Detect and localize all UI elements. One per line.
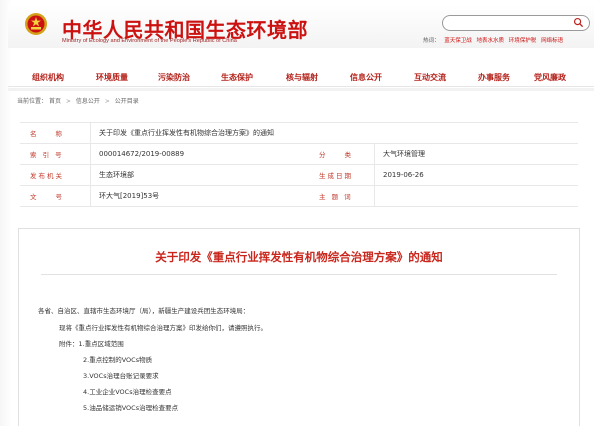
attachment-item: 3.VOCs治理台账记录要求 bbox=[83, 372, 159, 380]
table-row: 发布机关 生态环境部 生成日期 2019-06-26 bbox=[20, 164, 578, 186]
article-container: 关于印发《重点行业挥发性有机物综合治理方案》的通知 各省、自治区、直辖市生态环境… bbox=[18, 228, 580, 426]
table-row: 文 号 环大气[2019]53号 主 题 词 bbox=[20, 185, 578, 207]
national-emblem-icon[interactable] bbox=[24, 12, 48, 36]
date-label: 生成日期 bbox=[309, 164, 375, 186]
hot-word-link[interactable]: 蓝天保卫战 bbox=[444, 38, 472, 44]
title-divider bbox=[41, 274, 557, 275]
issuer-value: 生态环境部 bbox=[90, 164, 309, 186]
breadcrumb: 当前位置： 首页 > 信息公开 > 公开目录 bbox=[17, 96, 139, 105]
attachment-item: 2.重点控制的VOCs物质 bbox=[83, 356, 153, 364]
index-number-label: 索 引 号 bbox=[20, 143, 91, 165]
date-value: 2019-06-26 bbox=[374, 164, 578, 186]
nav-item-party-conduct[interactable]: 党风廉政 bbox=[534, 72, 566, 83]
table-row: 名 称 关于印发《重点行业挥发性有机物综合治理方案》的通知 bbox=[20, 122, 578, 144]
breadcrumb-home[interactable]: 首页 bbox=[49, 98, 61, 105]
attachment-item: 4.工业企业VOCs治理检查要点 bbox=[83, 388, 172, 396]
document-info-table: 名 称 关于印发《重点行业挥发性有机物综合治理方案》的通知 索 引 号 0000… bbox=[20, 122, 578, 207]
site-header: 中华人民共和国生态环境部 Ministry of Ecology and Env… bbox=[8, 4, 594, 48]
attachment-item: 附件：1.重点区域范围 bbox=[59, 340, 124, 348]
attachment-item: 5.油品储运销VOCs治理检查要点 bbox=[83, 404, 179, 412]
search-icon[interactable] bbox=[573, 17, 584, 28]
nav-divider bbox=[8, 88, 594, 91]
table-row: 索 引 号 000014672/2019-00889 分 类 大气环境管理 bbox=[20, 143, 578, 165]
document-number-value: 环大气[2019]53号 bbox=[90, 185, 309, 207]
subject-words-label: 主 题 词 bbox=[309, 185, 375, 207]
nav-item-nuclear-radiation[interactable]: 核与辐射 bbox=[286, 72, 318, 83]
document-number-label: 文 号 bbox=[20, 185, 91, 207]
issuer-label: 发布机关 bbox=[20, 164, 91, 186]
hot-words-label: 热词： bbox=[423, 38, 440, 44]
hot-words: 热词： 蓝天保卫战 地表水水质 环境保护税 网络标语 bbox=[423, 36, 593, 44]
article-salutation: 各省、自治区、直辖市生态环境厅（局），新疆生产建设兵团生态环境局： bbox=[38, 307, 250, 315]
nav-item-organization[interactable]: 组织机构 bbox=[32, 72, 64, 83]
hot-word-link[interactable]: 网络标语 bbox=[541, 38, 563, 44]
nav-item-environment-quality[interactable]: 环境质量 bbox=[96, 72, 128, 83]
breadcrumb-prefix: 当前位置： bbox=[17, 98, 48, 105]
index-number-value: 000014672/2019-00889 bbox=[90, 143, 309, 165]
nav-item-information-disclosure[interactable]: 信息公开 bbox=[350, 72, 382, 83]
breadcrumb-info-disclosure[interactable]: 信息公开 bbox=[76, 98, 100, 105]
main-nav: 组织机构 环境质量 污染防治 生态保护 核与辐射 信息公开 互动交流 办事服务 … bbox=[8, 68, 594, 87]
breadcrumb-separator: > bbox=[65, 98, 71, 105]
nav-item-ecological-protection[interactable]: 生态保护 bbox=[221, 72, 253, 83]
name-label: 名 称 bbox=[20, 122, 91, 144]
category-label: 分 类 bbox=[309, 143, 375, 165]
hot-word-link[interactable]: 地表水水质 bbox=[477, 38, 505, 44]
nav-item-pollution-control[interactable]: 污染防治 bbox=[158, 72, 190, 83]
hot-word-link[interactable]: 环境保护税 bbox=[509, 38, 537, 44]
category-value: 大气环境管理 bbox=[374, 143, 578, 165]
article-intro: 现将《重点行业挥发性有机物综合治理方案》印发给你们，请遵照执行。 bbox=[59, 324, 267, 332]
nav-item-services[interactable]: 办事服务 bbox=[478, 72, 510, 83]
search-box bbox=[442, 15, 590, 31]
site-title-english: Ministry of Ecology and Environment of t… bbox=[62, 38, 237, 44]
breadcrumb-separator: > bbox=[104, 98, 110, 105]
article-title: 关于印发《重点行业挥发性有机物综合治理方案》的通知 bbox=[155, 250, 443, 264]
name-value: 关于印发《重点行业挥发性有机物综合治理方案》的通知 bbox=[90, 122, 578, 144]
subject-words-value bbox=[374, 185, 578, 207]
page: 中华人民共和国生态环境部 Ministry of Ecology and Env… bbox=[0, 0, 600, 426]
search-input[interactable] bbox=[449, 17, 567, 28]
breadcrumb-catalog[interactable]: 公开目录 bbox=[115, 98, 139, 105]
nav-item-interaction[interactable]: 互动交流 bbox=[414, 72, 446, 83]
